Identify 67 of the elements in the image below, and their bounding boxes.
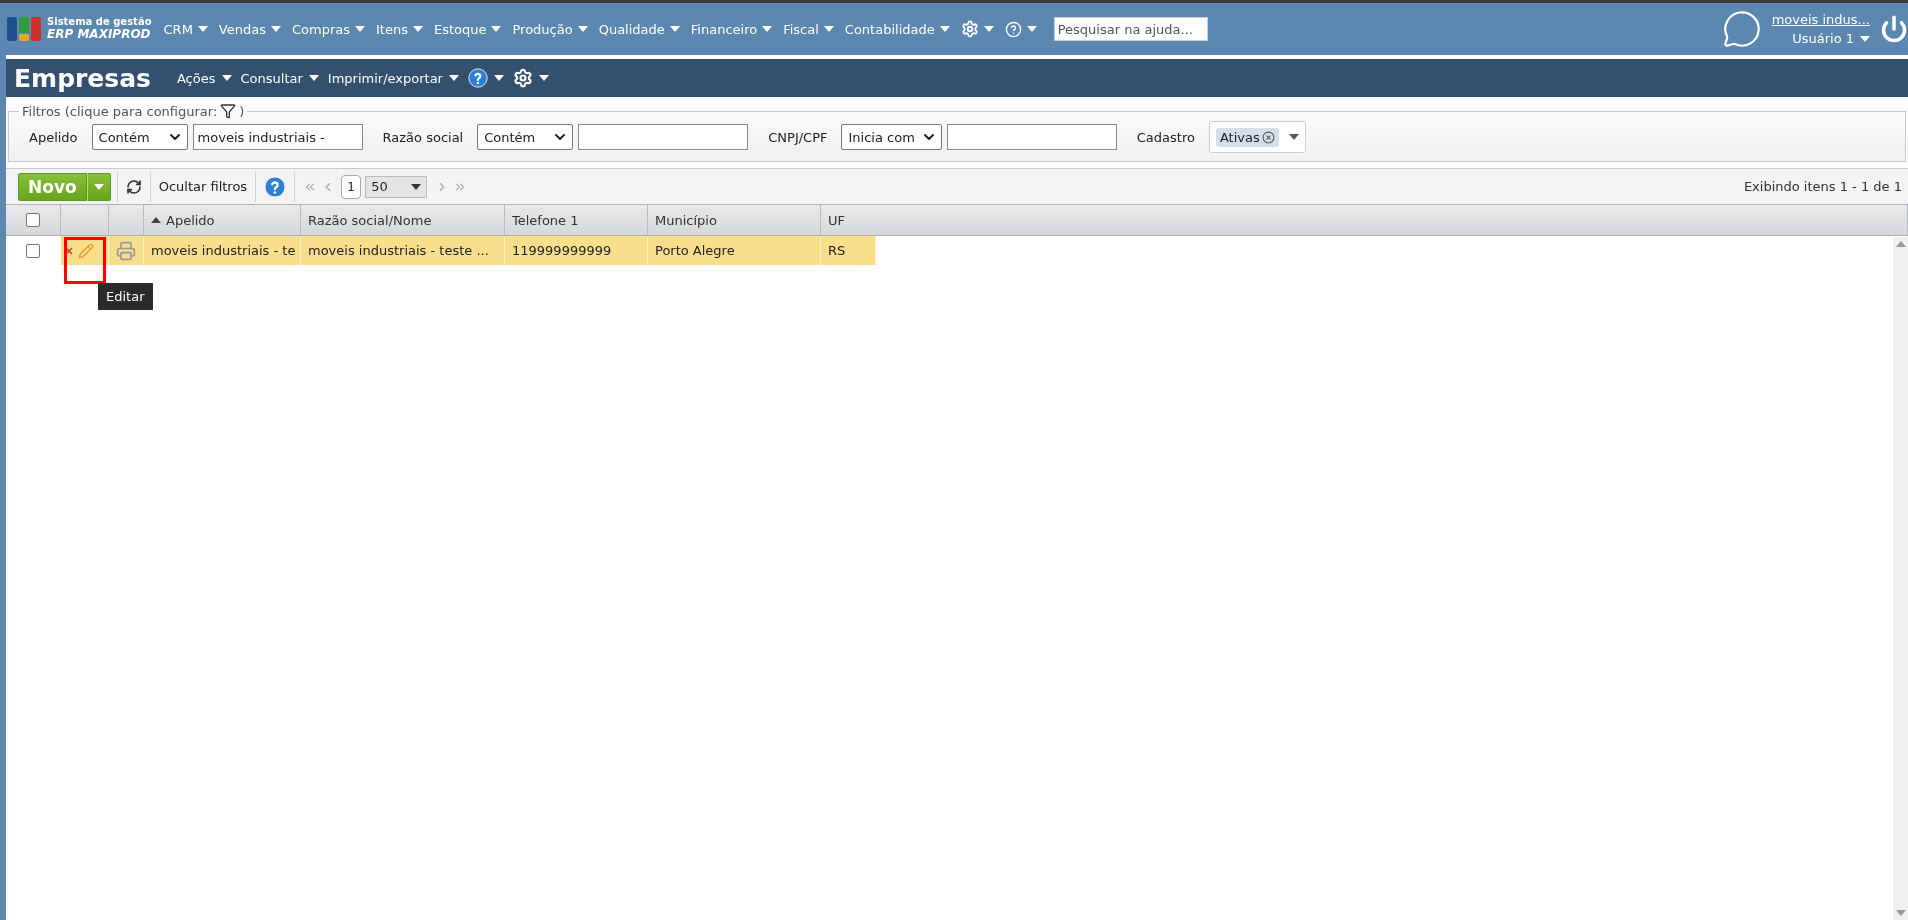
power-icon[interactable] bbox=[1880, 15, 1908, 43]
filter-input[interactable] bbox=[946, 124, 1117, 150]
operator-select[interactable]: Contém bbox=[91, 124, 188, 150]
nav-menu-item[interactable]: Compras bbox=[291, 21, 365, 37]
filters-legend-end: ) bbox=[239, 103, 245, 119]
filters-legend[interactable]: Filtros (clique para configurar: bbox=[22, 103, 218, 119]
page-size-select[interactable]: 50 bbox=[365, 175, 428, 198]
scrollbar[interactable] bbox=[1893, 237, 1908, 920]
tooltip: Editar bbox=[98, 283, 153, 310]
brand-name: ERP MAXIPROD bbox=[47, 27, 152, 41]
column-header[interactable]: Telefone 1 bbox=[505, 205, 648, 235]
filter-label: Apelido bbox=[29, 129, 78, 145]
logo-icon bbox=[6, 14, 42, 44]
brand-subtitle: Sistema de gestão bbox=[47, 17, 152, 28]
filter-label: CNPJ/CPF bbox=[768, 129, 828, 145]
remove-tag-icon[interactable] bbox=[1261, 130, 1275, 144]
table-row[interactable]: moveis industriais - te moveis industriais - teste ... 119999999999 Porto Alegre RS bbox=[6, 236, 876, 265]
table-cell: Porto Alegre bbox=[648, 236, 821, 265]
operator-select[interactable]: Contém bbox=[477, 124, 574, 150]
user-menu[interactable]: Usuário 1 bbox=[1792, 31, 1870, 46]
help-menu[interactable] bbox=[467, 68, 504, 88]
help-menu[interactable] bbox=[1004, 20, 1037, 38]
items-summary: Exibindo itens 1 - 1 de 1 bbox=[1743, 179, 1902, 194]
settings-menu[interactable] bbox=[512, 68, 549, 88]
help-icon[interactable] bbox=[467, 68, 488, 88]
nav-menu-item[interactable]: Contabilidade bbox=[844, 21, 950, 37]
company-link[interactable]: moveis indus... bbox=[1771, 12, 1870, 27]
chat-icon[interactable] bbox=[1721, 9, 1762, 49]
nav-menu-item[interactable]: Vendas bbox=[218, 21, 281, 37]
caret-icon bbox=[1288, 134, 1299, 140]
column-header[interactable]: Razão social/Nome bbox=[301, 205, 505, 235]
operator-select[interactable]: Inicia com bbox=[841, 124, 942, 150]
column-header[interactable]: Município bbox=[648, 205, 821, 235]
nav-menu-item[interactable]: Estoque bbox=[433, 21, 502, 37]
help-search-field[interactable]: Pesquisar na ajuda... bbox=[1053, 17, 1208, 41]
page-menu[interactable]: Ações bbox=[176, 70, 232, 86]
table-cell: moveis industriais - te bbox=[144, 236, 301, 265]
table-cell: RS bbox=[821, 236, 876, 265]
nav-menu-item[interactable]: Financeiro bbox=[690, 21, 773, 37]
table-cell: 119999999999 bbox=[505, 236, 648, 265]
help-icon[interactable] bbox=[264, 175, 287, 198]
page-menu[interactable]: Consultar bbox=[240, 70, 319, 86]
page-menu[interactable]: Imprimir/exportar bbox=[327, 70, 459, 86]
print-icon[interactable] bbox=[116, 240, 136, 261]
nav-menu-item[interactable]: CRM bbox=[163, 21, 208, 37]
page-title: Empresas bbox=[14, 63, 151, 93]
row-checkbox[interactable] bbox=[26, 243, 40, 258]
column-header[interactable]: UF bbox=[821, 205, 1908, 235]
nav-menu-item[interactable]: Qualidade bbox=[598, 21, 680, 37]
select-all-checkbox[interactable] bbox=[26, 213, 40, 227]
filter-label: Razão social bbox=[382, 129, 464, 145]
nav-menu-item[interactable]: Fiscal bbox=[783, 21, 834, 37]
settings-menu[interactable] bbox=[960, 20, 994, 38]
filter-label: Cadastro bbox=[1136, 129, 1195, 145]
tag-select[interactable]: Ativas bbox=[1208, 121, 1306, 153]
new-dropdown-button[interactable] bbox=[86, 172, 111, 201]
filter-input[interactable]: moveis industriais - bbox=[192, 124, 363, 150]
nav-menu-item[interactable]: Produção bbox=[512, 21, 588, 37]
delete-icon[interactable] bbox=[64, 245, 74, 256]
filter-input[interactable] bbox=[578, 124, 749, 150]
filter-icon[interactable] bbox=[220, 103, 237, 119]
hide-filters-button[interactable]: Ocultar filtros bbox=[156, 179, 250, 194]
nav-menu-item[interactable]: Itens bbox=[376, 21, 423, 37]
page-number-field[interactable]: 1 bbox=[341, 174, 362, 199]
column-header[interactable]: Apelido bbox=[144, 205, 301, 235]
table-cell: moveis industriais - teste ... bbox=[301, 236, 505, 265]
highlight-frame bbox=[64, 237, 106, 284]
